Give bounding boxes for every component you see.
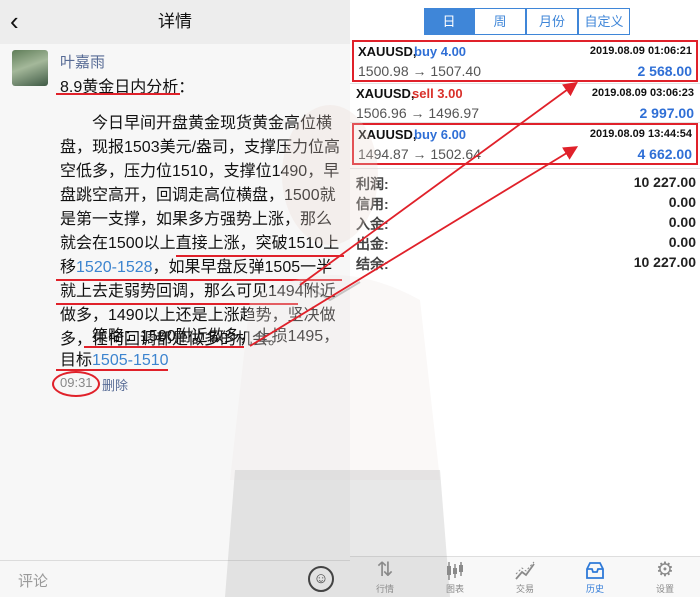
order-direction: buy 4.00 xyxy=(414,44,467,59)
summary-value: 0.00 xyxy=(668,214,696,230)
tab-label: 设置 xyxy=(655,584,674,594)
order-time: 2019.08.09 13:44:54 xyxy=(589,128,692,140)
order-time: 2019.08.09 03:06:23 xyxy=(591,87,694,99)
order-profit: 4 662.00 xyxy=(637,146,693,162)
order-direction: sell 3.00 xyxy=(412,86,463,101)
segment-day[interactable]: 日 xyxy=(424,8,474,35)
order-symbol: XAUUSD, xyxy=(358,44,417,59)
summary-row-withdrawal: 出金: 0.00 xyxy=(350,234,700,254)
comment-input[interactable]: 评论 xyxy=(18,570,48,591)
tab-trade[interactable]: 交易 xyxy=(490,557,560,597)
post-body-text-1: 今日早间开盘黄金现货黄金高位横盘，现报1503美元/盎司，支撑压力位高空低多，压… xyxy=(60,115,341,276)
summary-label: 入金: xyxy=(356,216,389,232)
strategy-text: 策略：1500附近做多，止损1495，目标1505-1510 xyxy=(60,325,342,373)
summary-label: 信用: xyxy=(356,196,389,212)
annotation-underline xyxy=(56,93,180,95)
target-range-highlight[interactable]: 1505-1510 xyxy=(92,352,169,369)
avatar[interactable] xyxy=(12,50,48,86)
annotation-circle xyxy=(52,371,100,397)
comment-bar: 评论 xyxy=(0,560,350,597)
gear-icon: ⚙ xyxy=(656,559,674,581)
summary-label: 出金: xyxy=(356,236,389,252)
tab-quotes[interactable]: ⇅ 行情 xyxy=(350,557,420,597)
trade-history-panel: 日 周 月份 自定义 XAUUSD, buy 4.00 2019.08.09 0… xyxy=(350,0,700,597)
arrows-updown-icon: ⇅ xyxy=(376,559,394,581)
tab-chart[interactable]: 图表 xyxy=(420,557,490,597)
summary-value: 10 227.00 xyxy=(633,174,696,190)
order-symbol: XAUUSD, xyxy=(356,86,415,101)
order-price: 1506.96 → 1496.97 xyxy=(356,105,479,121)
order-direction: buy 6.00 xyxy=(414,127,467,142)
order-price: 1494.87 → 1502.64 xyxy=(358,146,481,162)
emoji-icon[interactable]: ☺ xyxy=(308,566,334,592)
bottom-tab-bar: ⇅ 行情 图表 交易 历史 ⚙ 设置 xyxy=(350,556,700,597)
annotation-underline xyxy=(56,279,342,281)
trend-line-icon xyxy=(490,557,560,583)
order-symbol: XAUUSD, xyxy=(358,127,417,142)
delete-link[interactable]: 删除 xyxy=(102,375,128,394)
annotation-underline xyxy=(84,346,244,348)
order-profit: 2 997.00 xyxy=(639,105,695,121)
page-title: 详情 xyxy=(158,12,192,31)
order-row[interactable]: XAUUSD, buy 6.00 2019.08.09 13:44:54 149… xyxy=(352,123,698,165)
candlestick-icon xyxy=(420,557,490,583)
divider xyxy=(350,168,700,169)
segment-week[interactable]: 周 xyxy=(474,8,526,35)
summary-label: 结余: xyxy=(356,256,389,272)
tab-label: 图表 xyxy=(445,584,464,594)
summary-value: 10 227.00 xyxy=(633,254,696,270)
annotation-underline xyxy=(176,255,344,257)
author-name[interactable]: 叶嘉雨 xyxy=(60,51,105,72)
tab-history[interactable]: 历史 xyxy=(560,557,630,597)
tab-label: 交易 xyxy=(515,584,534,594)
order-row[interactable]: XAUUSD, sell 3.00 2019.08.09 03:06:23 15… xyxy=(352,84,698,126)
inbox-tray-icon xyxy=(560,557,630,583)
tab-settings[interactable]: ⚙ 设置 xyxy=(630,557,700,597)
tab-label: 行情 xyxy=(375,584,394,594)
summary-label: 利润: xyxy=(356,176,389,192)
summary-row-profit: 利润: 10 227.00 xyxy=(350,174,700,194)
order-row[interactable]: XAUUSD, buy 4.00 2019.08.09 01:06:21 150… xyxy=(352,40,698,82)
summary-value: 0.00 xyxy=(668,194,696,210)
summary-row-credit: 信用: 0.00 xyxy=(350,194,700,214)
segment-custom[interactable]: 自定义 xyxy=(578,8,630,35)
summary-row-balance: 结余: 10 227.00 xyxy=(350,254,700,274)
tab-label: 历史 xyxy=(585,584,604,594)
summary-row-deposit: 入金: 0.00 xyxy=(350,214,700,234)
order-profit: 2 568.00 xyxy=(637,63,693,79)
price-range-highlight[interactable]: 1520-1528 xyxy=(76,259,153,276)
post-body: 今日早间开盘黄金现货黄金高位横盘，现报1503美元/盎司，支撑压力位高空低多，压… xyxy=(60,112,342,352)
segment-month[interactable]: 月份 xyxy=(526,8,578,35)
annotation-underline xyxy=(56,303,298,305)
order-price: 1500.98 → 1507.40 xyxy=(358,63,481,79)
nav-bar: ‹ 详情 xyxy=(0,0,350,44)
moment-detail-panel: ‹ 详情 叶嘉雨 8.9黄金日内分析： 今日早间开盘黄金现货黄金高位横盘，现报1… xyxy=(0,0,350,597)
summary-value: 0.00 xyxy=(668,234,696,250)
order-time: 2019.08.09 01:06:21 xyxy=(589,45,692,57)
